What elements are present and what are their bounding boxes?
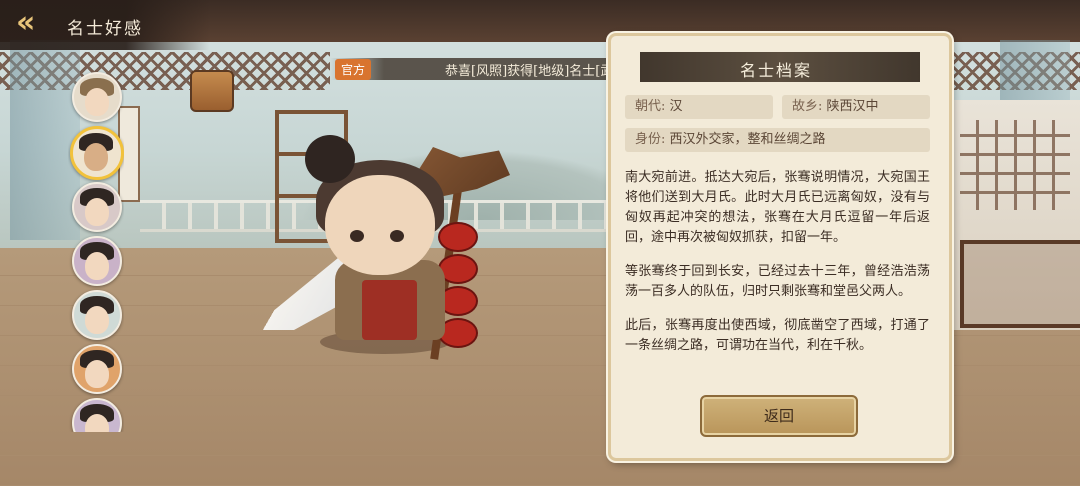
back-button[interactable]: « (16, 8, 50, 38)
biography-text: 南大宛前进。抵达大宛后，张骞说明情况，大宛国王将他们送到大月氏。此时大月氏已远离… (625, 168, 930, 370)
top-bar: « 名士好感 (0, 0, 210, 50)
face (85, 252, 109, 280)
return-button[interactable]: 返回 (700, 395, 858, 437)
identity-label: 身份: (635, 132, 666, 147)
hometown-field: 故乡: 陕西汉中 (782, 95, 930, 119)
right-lattice-window (960, 120, 1070, 210)
character-eye-right (390, 230, 404, 242)
portrait-7[interactable] (72, 398, 122, 432)
character-apron (362, 280, 417, 340)
announcement-tag: 官方 (335, 59, 372, 80)
hanging-lantern (190, 70, 234, 112)
red-lantern (438, 222, 478, 252)
identity-value: 西汉外交家，整和丝绸之路 (669, 132, 826, 147)
character-head (325, 175, 435, 275)
portrait-1[interactable] (72, 72, 122, 122)
face (85, 198, 109, 226)
character-eye-left (350, 230, 364, 242)
face (85, 360, 109, 388)
portrait-3[interactable] (72, 182, 122, 232)
face (85, 306, 109, 334)
bio-paragraph: 南大宛前进。抵达大宛后，张骞说明情况，大宛国王将他们送到大月氏。此时大月氏已远离… (625, 170, 930, 245)
hometown-label: 故乡: (792, 99, 823, 114)
character-figure[interactable] (250, 130, 530, 370)
chevron-left-icon: « (16, 5, 36, 40)
portrait-list[interactable] (68, 70, 124, 432)
portrait-6[interactable] (72, 344, 122, 394)
dynasty-field: 朝代: 汉 (625, 95, 773, 119)
face (85, 88, 109, 116)
portrait-5[interactable] (72, 290, 122, 340)
bio-paragraph: 等张骞终于回到长安，已经过去十三年，曾经浩浩荡荡一百多人的队伍，归时只剩张骞和堂… (625, 264, 930, 299)
face (84, 143, 108, 171)
portrait-4[interactable] (72, 236, 122, 286)
portrait-2-selected[interactable] (70, 126, 124, 180)
panel-title: 名士档案 (740, 61, 813, 80)
character-hair-bun (305, 135, 355, 183)
hometown-value: 陕西汉中 (826, 99, 879, 114)
page-title: 名士好感 (67, 19, 143, 39)
identity-field: 身份: 西汉外交家，整和丝绸之路 (625, 128, 930, 152)
dynasty-label: 朝代: (635, 99, 666, 114)
right-table (960, 240, 1080, 328)
bio-paragraph: 此后，张骞再度出使西域，彻底凿空了西域，打通了一条丝绸之路，可谓功在当代，利在千… (625, 318, 930, 353)
dynasty-value: 汉 (669, 99, 683, 114)
